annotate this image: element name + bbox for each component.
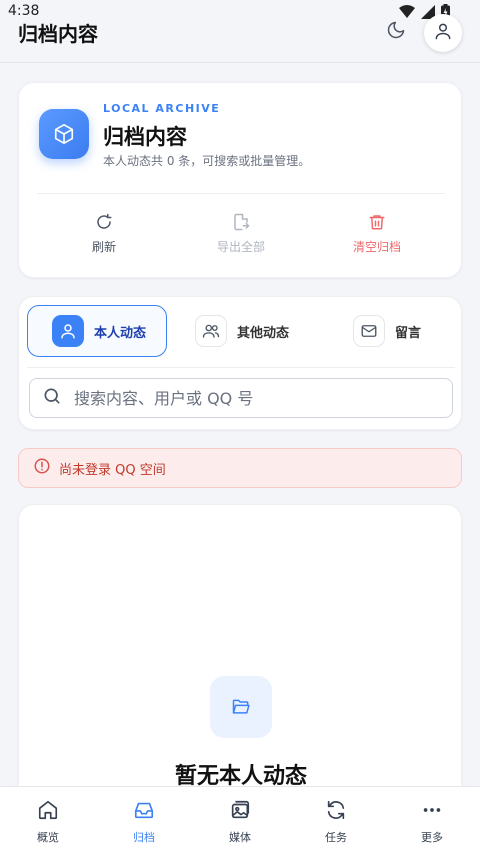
tabs-divider	[27, 367, 455, 368]
nav-tasks[interactable]: 任务	[288, 787, 384, 853]
users-icon	[195, 315, 227, 347]
login-alert: 尚未登录 QQ 空间	[18, 448, 462, 488]
nav-label: 归档	[133, 831, 155, 844]
home-icon	[37, 799, 59, 824]
header-divider	[0, 62, 480, 63]
tab-label: 其他动态	[237, 325, 290, 341]
tab-label: 留言	[395, 325, 422, 341]
profile-button[interactable]	[424, 14, 462, 52]
clear-label: 清空归档	[352, 240, 401, 254]
tab-label: 本人动态	[94, 325, 147, 341]
trash-icon	[368, 213, 386, 234]
bottom-nav: 概览 归档 媒体 任务 更多	[0, 786, 480, 853]
export-label: 导出全部	[216, 240, 265, 254]
page-title: 归档内容	[18, 22, 98, 46]
sync-icon	[325, 799, 347, 824]
nav-archive[interactable]: 归档	[96, 787, 192, 853]
archive-eyebrow: LOCAL ARCHIVE	[103, 102, 221, 115]
moon-icon	[386, 20, 406, 44]
search-box[interactable]	[29, 378, 453, 418]
search-input[interactable]	[74, 388, 452, 408]
empty-state-card: 暂无本人动态	[18, 504, 462, 804]
export-icon	[232, 213, 250, 234]
refresh-icon	[95, 213, 113, 234]
nav-media[interactable]: 媒体	[192, 787, 288, 853]
user-icon	[52, 315, 84, 347]
gallery-icon	[229, 799, 251, 824]
filter-card: 本人动态 其他动态 留言	[18, 296, 462, 430]
tab-messages[interactable]: 留言	[353, 305, 421, 357]
archive-title: 归档内容	[103, 125, 187, 149]
tab-other-posts[interactable]: 其他动态	[195, 305, 289, 357]
nav-label: 媒体	[229, 831, 251, 844]
nav-label: 概览	[37, 831, 59, 844]
mail-icon	[353, 315, 385, 347]
search-icon	[42, 386, 62, 410]
more-icon	[421, 799, 443, 824]
clear-archive-button[interactable]: 清空归档	[327, 213, 427, 255]
nav-label: 更多	[421, 831, 443, 844]
user-icon	[433, 21, 453, 45]
archive-divider	[37, 193, 445, 194]
app-header: 归档内容	[0, 14, 480, 54]
theme-toggle-button[interactable]	[382, 18, 410, 46]
refresh-label: 刷新	[91, 240, 116, 254]
archive-summary-card: LOCAL ARCHIVE 归档内容 本人动态共 0 条，可搜索或批量管理。 刷…	[18, 82, 462, 278]
refresh-button[interactable]: 刷新	[54, 213, 154, 255]
nav-overview[interactable]: 概览	[0, 787, 96, 853]
archive-box-icon	[39, 109, 89, 159]
folder-open-icon	[210, 676, 272, 738]
nav-label: 任务	[325, 831, 347, 844]
export-all-button[interactable]: 导出全部	[191, 213, 291, 255]
nav-more[interactable]: 更多	[384, 787, 480, 853]
inbox-icon	[133, 799, 155, 824]
tab-my-posts[interactable]: 本人动态	[27, 305, 167, 357]
alert-text: 尚未登录 QQ 空间	[59, 462, 166, 478]
archive-description: 本人动态共 0 条，可搜索或批量管理。	[103, 154, 311, 168]
alert-icon	[33, 457, 51, 479]
